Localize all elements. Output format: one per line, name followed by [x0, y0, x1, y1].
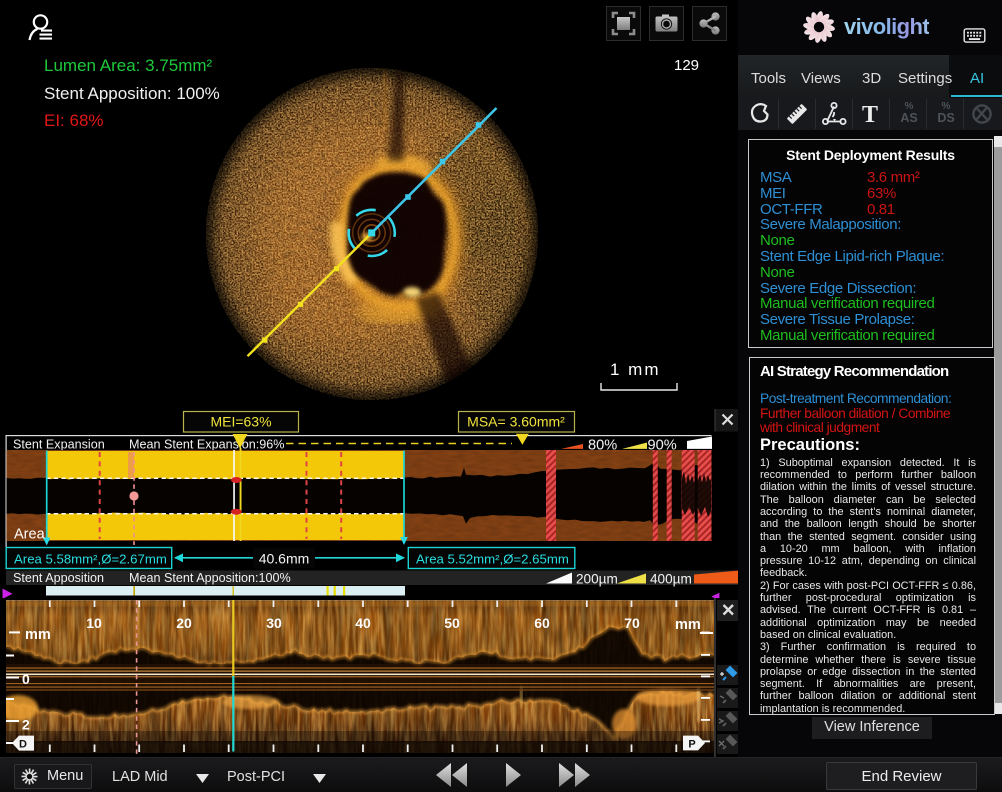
svg-text:50: 50: [444, 615, 460, 631]
svg-text:Area: Area: [14, 527, 46, 543]
svg-text:D: D: [19, 739, 27, 751]
svg-text:10: 10: [86, 615, 102, 631]
svg-text:2: 2: [22, 717, 30, 733]
svg-text:Stent Expansion: Stent Expansion: [13, 438, 105, 452]
svg-text:20: 20: [176, 615, 192, 631]
svg-text:40.6mm: 40.6mm: [259, 551, 310, 567]
svg-text:40: 40: [355, 615, 371, 631]
svg-text:200µm: 200µm: [576, 572, 618, 587]
svg-text:Mean Stent Apposition:100%: Mean Stent Apposition:100%: [129, 571, 291, 585]
svg-text:60: 60: [534, 615, 550, 631]
svg-text:Area 5.58mm²,Ø=2.67mm: Area 5.58mm²,Ø=2.67mm: [14, 552, 167, 567]
svg-text:Mean Stent Expansion:96%: Mean Stent Expansion:96%: [129, 438, 284, 452]
svg-text:MSA= 3.60mm²: MSA= 3.60mm²: [467, 414, 565, 430]
svg-text:0: 0: [22, 671, 30, 687]
svg-text:mm: mm: [25, 627, 51, 643]
svg-text:Area 5.52mm²,Ø=2.65mm: Area 5.52mm²,Ø=2.65mm: [416, 552, 569, 567]
svg-text:Stent Apposition: Stent Apposition: [13, 571, 104, 585]
svg-text:70: 70: [624, 615, 640, 631]
svg-text:MEI=63%: MEI=63%: [210, 414, 271, 430]
svg-text:400µm: 400µm: [650, 572, 692, 587]
svg-text:P: P: [688, 739, 695, 751]
svg-text:mm: mm: [675, 617, 701, 633]
svg-text:30: 30: [266, 615, 282, 631]
